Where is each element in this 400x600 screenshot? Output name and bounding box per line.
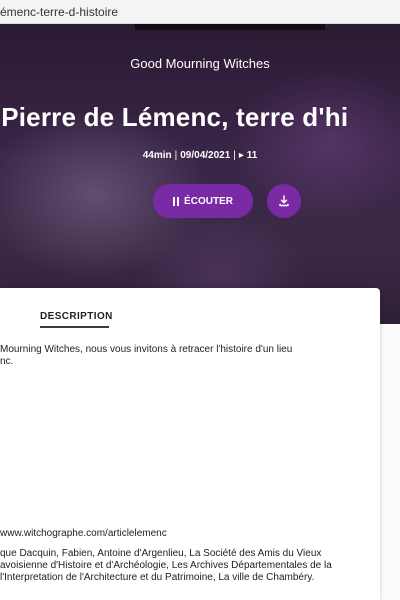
description-card: DESCRIPTION Mourning Witches, nous vous … <box>0 288 380 600</box>
episode-meta: 44min | 09/04/2021 | ▸ 11 <box>142 150 258 161</box>
description-intro-line-1: Mourning Witches, nous vous invitons à r… <box>0 344 293 355</box>
download-icon <box>279 195 289 207</box>
podcast-name[interactable]: Good Mourning Witches <box>0 56 400 71</box>
page-right-margin <box>380 324 400 600</box>
credits-line-3: l'Interpretation de l'Architecture et du… <box>0 572 315 583</box>
tab-active-indicator <box>40 326 109 328</box>
credits-line-2: avoisienne d'Histoire et d'Archéologie, … <box>0 560 332 571</box>
episode-title: int-Pierre de Lémenc, terre d'hi <box>0 102 349 132</box>
episode-hero: Good Mourning Witches int-Pierre de Léme… <box>0 24 400 324</box>
listen-label: ÉCOUTER <box>184 195 233 207</box>
address-bar[interactable]: émenc-terre-d-histoire <box>0 0 400 24</box>
url-text[interactable]: émenc-terre-d-histoire <box>0 5 118 19</box>
pause-icon <box>173 196 180 206</box>
article-link[interactable]: www.witchographe.com/articlelemenc <box>0 528 167 540</box>
episode-duration: 44min <box>142 150 172 161</box>
description-intro-line-2: nc. <box>0 356 14 367</box>
credits-line-1: que Dacquin, Fabien, Antoine d'Argenlieu… <box>0 548 322 559</box>
play-count: ▸ 11 <box>238 150 258 161</box>
tab-description[interactable]: DESCRIPTION <box>40 311 113 322</box>
hero-top-strip <box>135 24 325 30</box>
episode-date: 09/04/2021 <box>180 150 231 161</box>
download-button[interactable] <box>267 184 301 218</box>
listen-button[interactable]: ÉCOUTER <box>153 184 253 218</box>
